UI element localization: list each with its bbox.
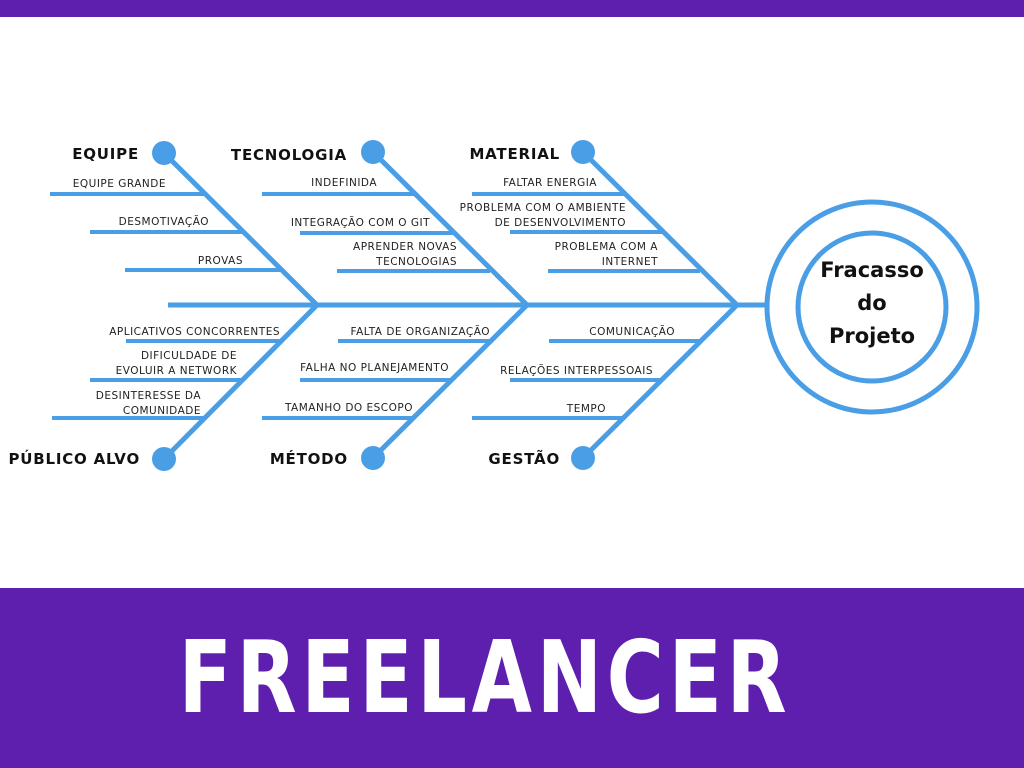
cause-label: RELAÇÕES INTERPESSOAIS — [500, 364, 653, 377]
category-label-tecnologia: TECNOLOGIA — [231, 146, 347, 164]
cause-label: PROVAS — [198, 255, 243, 267]
top-accent-bar — [0, 0, 1024, 17]
head-line-1: Fracasso — [820, 258, 924, 282]
cause-label: TAMANHO DO ESCOPO — [284, 402, 413, 414]
cause-label: INTEGRAÇÃO COM O GIT — [291, 216, 430, 229]
cause-label: FALTAR ENERGIA — [503, 177, 597, 189]
branch-equipe — [162, 151, 319, 307]
category-label-metodo: MÉTODO — [270, 449, 348, 468]
cause-label: PROBLEMA COM A — [555, 241, 659, 253]
head-line-3: Projeto — [829, 324, 915, 348]
fishbone-diagram: Fracasso do Projeto EQUIPE EQUIPE GRANDE… — [8, 140, 980, 471]
banner-title: FREELANCER — [178, 619, 792, 736]
cause-label: PROBLEMA COM O AMBIENTE — [460, 202, 626, 214]
branch-node-metodo — [361, 446, 385, 470]
head-line-2: do — [857, 291, 886, 315]
cause-label: FALHA NO PLANEJAMENTO — [300, 362, 449, 374]
cause-label: DE DESENVOLVIMENTO — [495, 217, 626, 229]
category-label-publico-alvo: PÚBLICO ALVO — [8, 449, 140, 468]
branch-node-gestao — [571, 446, 595, 470]
cause-label: TEMPO — [566, 403, 606, 415]
cause-label: INDEFINIDA — [311, 177, 377, 189]
cause-label: DESMOTIVAÇÃO — [119, 215, 209, 228]
category-label-material: MATERIAL — [469, 145, 560, 163]
branch-node-tecnologia — [361, 140, 385, 164]
category-label-equipe: EQUIPE — [72, 145, 139, 163]
cause-label: EVOLUIR A NETWORK — [116, 365, 238, 377]
cause-label: APLICATIVOS CONCORRENTES — [109, 326, 280, 338]
branch-node-publico-alvo — [152, 447, 176, 471]
branch-node-equipe — [152, 141, 176, 165]
cause-label: TECNOLOGIAS — [375, 256, 457, 268]
title-banner: FREELANCER — [0, 588, 1024, 768]
cause-label: COMUNICAÇÃO — [589, 325, 675, 338]
cause-label: DIFICULDADE DE — [141, 350, 237, 362]
cause-label: DESINTERESSE DA — [96, 390, 202, 402]
cause-label: INTERNET — [602, 256, 658, 268]
cause-label: FALTA DE ORGANIZAÇÃO — [351, 325, 490, 338]
branch-node-material — [571, 140, 595, 164]
cause-label: COMUNIDADE — [123, 405, 201, 417]
category-label-gestao: GESTÃO — [488, 449, 560, 468]
cause-label: APRENDER NOVAS — [353, 241, 457, 253]
cause-label: EQUIPE GRANDE — [73, 178, 166, 190]
